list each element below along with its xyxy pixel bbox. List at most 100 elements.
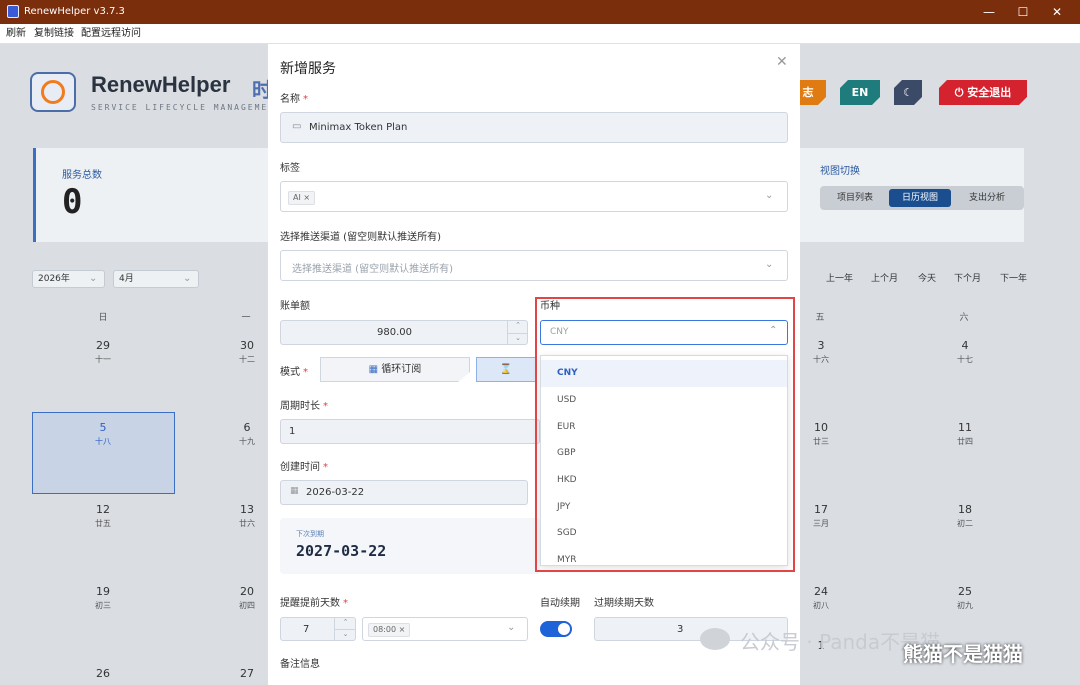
year-select[interactable]: 2026年 ⌄ xyxy=(32,270,105,288)
logout-button[interactable]: ⏻ 安全退出 xyxy=(939,80,1027,105)
remind-time-select[interactable]: 08:00 × ⌄ xyxy=(362,617,528,641)
channel-label: 选择推送渠道 (留空则默认推送所有) xyxy=(280,232,441,243)
cal-day[interactable]: 29 xyxy=(88,339,118,352)
overdue-value: 3 xyxy=(677,624,684,635)
dow-sun: 日 xyxy=(98,313,108,323)
cal-lunar: 三月 xyxy=(813,519,829,528)
nav-today[interactable]: 今天 xyxy=(918,271,936,284)
nav-next-month[interactable]: 下个月 xyxy=(954,271,981,284)
chevron-down-icon: ⌄ xyxy=(89,273,98,284)
cal-lunar: 十二 xyxy=(239,355,255,364)
period-label: 周期时长 * xyxy=(280,401,328,412)
next-due-value: 2027-03-22 xyxy=(296,542,387,560)
theme-moon-icon[interactable]: ☾ xyxy=(894,80,922,105)
cal-day[interactable]: 18 xyxy=(950,503,980,516)
view-tab-list[interactable]: 项目列表 xyxy=(824,189,886,207)
monitor-icon: ▭ xyxy=(292,121,302,132)
month-select[interactable]: 4月 ⌄ xyxy=(113,270,199,288)
auto-renew-toggle[interactable] xyxy=(540,621,572,637)
cal-day[interactable]: 4 xyxy=(950,339,980,352)
cal-lunar: 初二 xyxy=(957,519,973,528)
view-switch-card: 视图切换 项目列表 日历视图 支出分析 xyxy=(800,148,1024,242)
wechat-icon xyxy=(700,628,730,650)
amount-increment[interactable]: ⌃ xyxy=(507,321,528,333)
chevron-down-icon: ⌄ xyxy=(765,259,774,270)
mode-onetime-button[interactable]: ⌛ xyxy=(476,357,536,382)
nav-prev-month[interactable]: 上个月 xyxy=(871,271,898,284)
cal-day[interactable]: 5 xyxy=(88,421,118,434)
cal-day[interactable]: 19 xyxy=(88,585,118,598)
channel-placeholder: 选择推送渠道 (留空则默认推送所有) xyxy=(292,264,453,275)
brand-subtitle: SERVICE LIFECYCLE MANAGEMENT xyxy=(91,103,282,112)
notes-label: 备注信息 xyxy=(280,659,320,670)
cal-lunar: 十七 xyxy=(957,355,973,364)
cal-day[interactable]: 10 xyxy=(806,421,836,434)
cal-lunar: 廿五 xyxy=(95,519,111,528)
nav-next-year[interactable]: 下一年 xyxy=(1000,271,1027,284)
close-icon[interactable]: ✕ xyxy=(776,54,788,70)
created-date-input[interactable]: ▦ 2026-03-22 xyxy=(280,480,528,505)
lang-button[interactable]: EN xyxy=(840,80,880,105)
amount-decrement[interactable]: ⌄ xyxy=(507,333,528,344)
menu-copy-link[interactable]: 复制链接 xyxy=(34,28,74,40)
cal-day[interactable]: 6 xyxy=(232,421,262,434)
cal-day[interactable]: 13 xyxy=(232,503,262,516)
cal-lunar: 廿三 xyxy=(813,437,829,446)
hourglass-icon: ⌛ xyxy=(499,364,513,375)
year-select-value: 2026年 xyxy=(38,274,70,284)
window-title: RenewHelper v3.7.3 xyxy=(24,6,125,17)
mode-cycle-button[interactable]: ▦ 循环订阅 xyxy=(320,357,470,382)
cal-day[interactable]: 11 xyxy=(950,421,980,434)
close-window-icon[interactable]: ✕ xyxy=(1034,0,1080,24)
cal-day[interactable]: 24 xyxy=(806,585,836,598)
remind-label: 提醒提前天数 * xyxy=(280,598,348,609)
name-label: 名称 * xyxy=(280,94,308,105)
created-label: 创建时间 * xyxy=(280,462,328,473)
tags-label: 标签 xyxy=(280,163,300,174)
period-value: 1 xyxy=(289,426,296,437)
cal-day[interactable]: 30 xyxy=(232,339,262,352)
name-field[interactable]: ▭ Minimax Token Plan xyxy=(280,112,788,143)
dow-fri: 五 xyxy=(815,313,825,323)
cal-lunar: 廿四 xyxy=(957,437,973,446)
cal-day[interactable]: 12 xyxy=(88,503,118,516)
amount-input[interactable]: 980.00 ⌃ ⌄ xyxy=(280,320,528,345)
nav-prev-year[interactable]: 上一年 xyxy=(826,271,853,284)
chevron-down-icon: ⌄ xyxy=(507,622,516,633)
amount-value: 980.00 xyxy=(377,327,412,338)
dow-mon: 一 xyxy=(241,313,251,323)
cal-lunar: 初八 xyxy=(813,601,829,610)
month-select-value: 4月 xyxy=(119,274,134,284)
chevron-down-icon: ⌄ xyxy=(765,190,774,201)
menu-bar: 刷新 复制链接 配置远程访问 xyxy=(0,24,1080,44)
cal-lunar: 初九 xyxy=(957,601,973,610)
cal-day[interactable]: 25 xyxy=(950,585,980,598)
cal-day[interactable]: 26 xyxy=(88,667,118,680)
cal-lunar: 廿六 xyxy=(239,519,255,528)
remind-decrement[interactable]: ⌄ xyxy=(334,629,356,640)
remind-increment[interactable]: ⌃ xyxy=(334,618,356,629)
tag-remove-icon[interactable]: × xyxy=(399,625,406,634)
tags-field[interactable]: AI × ⌄ xyxy=(280,181,788,212)
tag-chip[interactable]: AI × xyxy=(288,191,316,205)
cal-day[interactable]: 27 xyxy=(232,667,262,680)
brand-name: RenewHelper xyxy=(91,72,231,97)
cal-day[interactable]: 17 xyxy=(806,503,836,516)
remind-days-input[interactable]: 7 ⌃ ⌄ xyxy=(280,617,356,641)
tag-remove-icon[interactable]: × xyxy=(303,193,310,202)
mode-cycle-label: 循环订阅 xyxy=(381,364,422,375)
remind-time-chip[interactable]: 08:00 × xyxy=(368,623,411,637)
name-value: Minimax Token Plan xyxy=(309,122,408,133)
cal-lunar: 十一 xyxy=(95,355,111,364)
view-tab-calendar[interactable]: 日历视图 xyxy=(889,189,951,207)
cal-day[interactable]: 20 xyxy=(232,585,262,598)
menu-remote-access[interactable]: 配置远程访问 xyxy=(81,28,141,40)
view-tab-spend[interactable]: 支出分析 xyxy=(954,189,1020,207)
cal-day[interactable]: 3 xyxy=(806,339,836,352)
window-titlebar: RenewHelper v3.7.3 — ☐ ✕ xyxy=(0,0,1080,24)
view-switch-label: 视图切换 xyxy=(820,166,860,177)
period-input[interactable]: 1 xyxy=(280,419,540,444)
channel-select[interactable]: 选择推送渠道 (留空则默认推送所有) ⌄ xyxy=(280,250,788,281)
menu-refresh[interactable]: 刷新 xyxy=(6,28,26,40)
stat-total-value: 0 xyxy=(62,182,83,222)
